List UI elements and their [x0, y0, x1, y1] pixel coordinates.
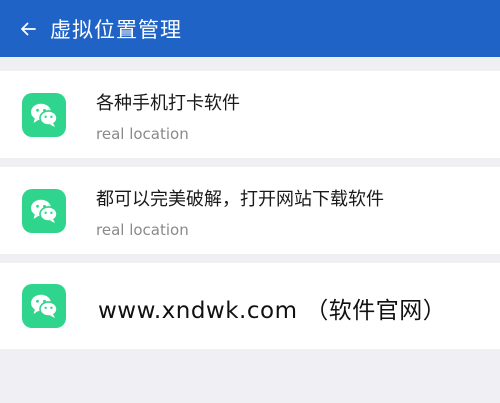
back-button[interactable] [14, 15, 42, 43]
page-title: 虚拟位置管理 [50, 17, 182, 42]
wechat-icon [22, 284, 66, 328]
arrow-left-icon [21, 22, 36, 35]
item-title: www.xndwk.com （软件官网） [98, 298, 447, 324]
item-title: 各种手机打卡软件 [96, 93, 240, 114]
list-item[interactable]: www.xndwk.com （软件官网） [0, 263, 500, 349]
wechat-icon [22, 189, 66, 233]
item-subtitle: real location [96, 221, 189, 239]
list-item[interactable]: 都可以完美破解，打开网站下载软件 real location [0, 167, 500, 254]
list-item[interactable]: 各种手机打卡软件 real location [0, 71, 500, 158]
top-bar: 虚拟位置管理 [0, 0, 500, 57]
item-title: 都可以完美破解，打开网站下载软件 [96, 189, 384, 210]
app-screen: 虚拟位置管理 各种手机打卡软件 real location 都可以完美破解，打开… [0, 0, 500, 403]
wechat-icon [22, 93, 66, 137]
item-subtitle: real location [96, 125, 189, 143]
